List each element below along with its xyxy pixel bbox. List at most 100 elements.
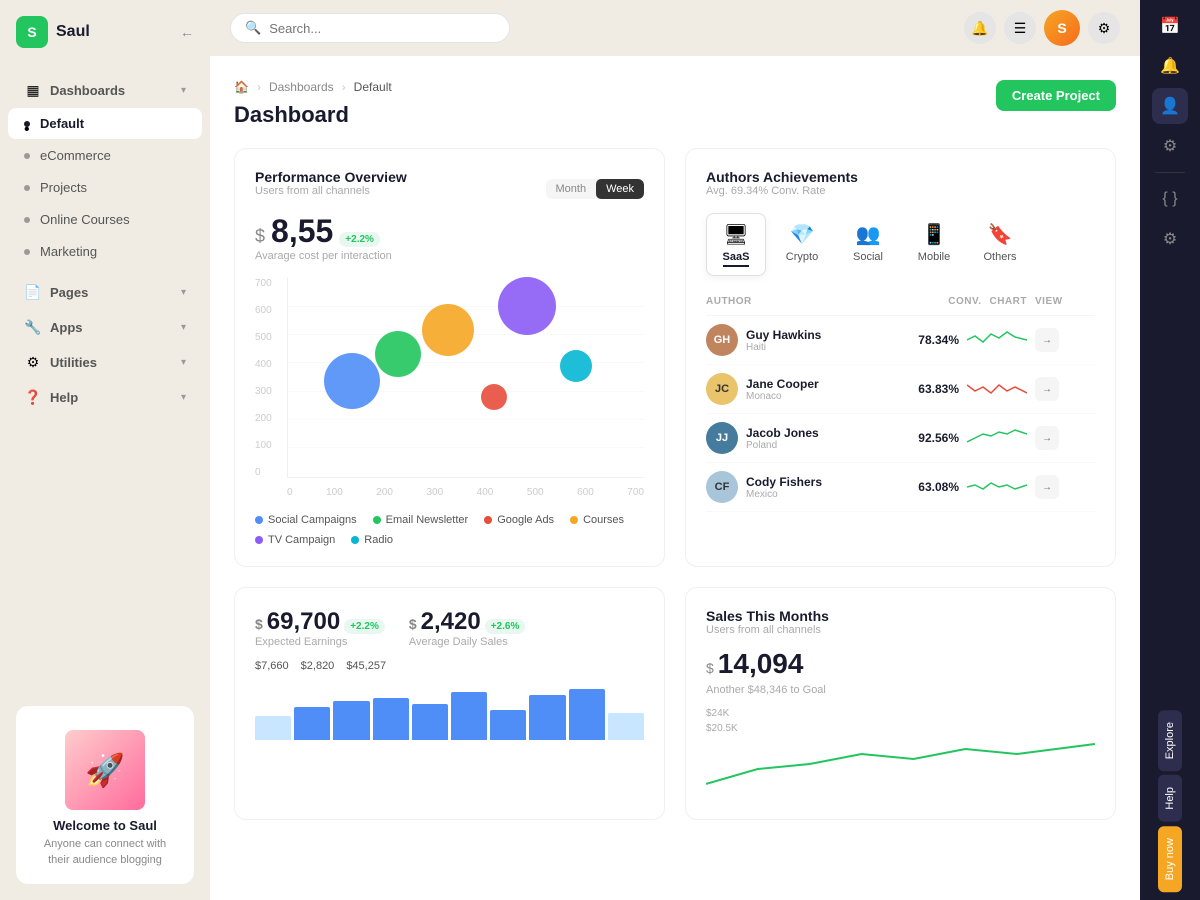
- earnings-label: Expected Earnings: [255, 636, 385, 648]
- sidebar-item-dashboards[interactable]: ▦ Dashboards ▾: [8, 73, 202, 107]
- buy-now-button[interactable]: Buy now: [1158, 826, 1182, 892]
- author-name: Cody Fishers: [746, 475, 822, 489]
- tab-crypto[interactable]: 💎 Crypto: [772, 213, 832, 276]
- sidebar-header: S Saul ←: [0, 0, 210, 64]
- user-avatar[interactable]: S: [1044, 10, 1080, 46]
- conv-value: 78.34%: [918, 333, 959, 347]
- legend-dot: [255, 516, 263, 524]
- help-button[interactable]: Help: [1158, 775, 1182, 822]
- notification-icon[interactable]: 🔔: [1152, 48, 1188, 84]
- author-country: Monaco: [746, 391, 819, 402]
- dollar-sign: $: [255, 226, 265, 247]
- earnings-badge: +2.2%: [344, 619, 385, 634]
- view-button[interactable]: →: [1035, 328, 1059, 352]
- sidebar-item-marketing[interactable]: Marketing: [8, 236, 202, 267]
- search-box[interactable]: 🔍: [230, 13, 510, 43]
- tab-saas[interactable]: 🖥 SaaS: [706, 213, 766, 276]
- welcome-title: Welcome to Saul: [32, 818, 178, 833]
- legend-label: Social Campaigns: [268, 514, 357, 526]
- welcome-card: 🚀 Welcome to Saul Anyone can connect wit…: [16, 706, 194, 884]
- table-row: CF Cody Fishers Mexico 63.08% →: [706, 463, 1095, 512]
- chevron-down-icon: ▾: [181, 392, 186, 403]
- sidebar-item-apps[interactable]: 🔧 Apps ▾: [8, 310, 202, 344]
- tab-mobile[interactable]: 📱 Mobile: [904, 213, 964, 276]
- bar: [373, 698, 409, 740]
- sidebar-item-online-courses[interactable]: Online Courses: [8, 204, 202, 235]
- author-country: Mexico: [746, 489, 822, 500]
- x-axis: 0 100 200 300 400 500 600 700: [287, 487, 644, 498]
- bar: [333, 701, 369, 740]
- sparkline-chart: [967, 377, 1027, 401]
- table-row: GH Guy Hawkins Haiti 78.34% →: [706, 316, 1095, 365]
- notification-icon[interactable]: 🔔: [964, 12, 996, 44]
- y-label-200: 200: [255, 413, 272, 424]
- view-button[interactable]: →: [1035, 426, 1059, 450]
- sidebar-item-default[interactable]: • Default: [8, 108, 202, 139]
- create-project-button[interactable]: Create Project: [996, 80, 1116, 111]
- others-tab-label: Others: [983, 251, 1016, 263]
- sales-goal-label: Another $48,346 to Goal: [706, 684, 1095, 696]
- performance-overview-card: Performance Overview Users from all chan…: [234, 148, 665, 567]
- topbar: 🔍 🔔 ☰ S ⚙: [210, 0, 1140, 56]
- legend-google: Google Ads: [484, 514, 554, 526]
- explore-button[interactable]: Explore: [1158, 710, 1182, 771]
- x-label-700: 700: [627, 487, 644, 498]
- sidebar-item-help[interactable]: ❓ Help ▾: [8, 380, 202, 414]
- settings-icon[interactable]: ⚙: [1152, 221, 1188, 257]
- dashboards-icon: ▦: [24, 81, 42, 99]
- grid-icon[interactable]: ⚙: [1152, 128, 1188, 164]
- main-content: 🏠 › Dashboards › Default Dashboard Creat…: [210, 56, 1140, 900]
- crypto-tab-icon: 💎: [790, 222, 815, 247]
- saas-tab-icon: 🖥: [723, 222, 748, 247]
- breadcrumb-dashboards[interactable]: Dashboards: [269, 80, 334, 94]
- user-icon[interactable]: 👤: [1152, 88, 1188, 124]
- sales-subtitle: Users from all channels: [706, 624, 1095, 636]
- view-button[interactable]: →: [1035, 475, 1059, 499]
- menu-icon[interactable]: ☰: [1004, 12, 1036, 44]
- utilities-icon: ⚙: [24, 353, 42, 371]
- authors-tabs: 🖥 SaaS 💎 Crypto 👥 Social 📱: [706, 213, 1095, 276]
- sparkline-chart: [967, 426, 1027, 450]
- sales-this-month-card: Sales This Months Users from all channel…: [685, 587, 1116, 820]
- divider: [1155, 172, 1185, 173]
- tab-others[interactable]: 🔖 Others: [970, 213, 1030, 276]
- sidebar-item-pages[interactable]: 📄 Pages ▾: [8, 275, 202, 309]
- author-info: JJ Jacob Jones Poland: [706, 422, 910, 454]
- bubble-googleads: [481, 384, 507, 410]
- month-tab[interactable]: Month: [546, 179, 597, 199]
- bar: [529, 695, 565, 740]
- apps-label: Apps: [50, 320, 83, 335]
- authors-achievements-card: Authors Achievements Avg. 69.34% Conv. R…: [685, 148, 1116, 567]
- sidebar-item-projects[interactable]: Projects: [8, 172, 202, 203]
- authors-table: AUTHOR CONV. CHART VIEW GH Guy Hawkins: [706, 292, 1095, 512]
- view-button[interactable]: →: [1035, 377, 1059, 401]
- col-view: VIEW: [1035, 296, 1095, 307]
- pages-label: Pages: [50, 285, 88, 300]
- grid-line: [288, 419, 644, 420]
- breadcrumb-sep2: ›: [342, 80, 346, 94]
- author-details: Jane Cooper Monaco: [746, 377, 819, 402]
- astronaut-image: 🚀: [65, 730, 145, 810]
- week-tab[interactable]: Week: [596, 179, 644, 199]
- legend-label: Google Ads: [497, 514, 554, 526]
- calendar-icon[interactable]: 📅: [1152, 8, 1188, 44]
- sidebar-item-utilities[interactable]: ⚙ Utilities ▾: [8, 345, 202, 379]
- legend-label: Email Newsletter: [386, 514, 469, 526]
- col-conv: CONV.: [948, 296, 981, 307]
- author-info: GH Guy Hawkins Haiti: [706, 324, 910, 356]
- col-chart: CHART: [990, 296, 1028, 307]
- search-input[interactable]: [269, 21, 469, 36]
- nav-label: Default: [40, 116, 84, 131]
- help-icon: ❓: [24, 388, 42, 406]
- x-label-500: 500: [527, 487, 544, 498]
- avatar: CF: [706, 471, 738, 503]
- y-label-500: 500: [255, 332, 272, 343]
- tab-social[interactable]: 👥 Social: [838, 213, 898, 276]
- bubble-email: [375, 331, 421, 377]
- settings-icon[interactable]: ⚙: [1088, 12, 1120, 44]
- back-icon[interactable]: ←: [180, 24, 194, 40]
- sidebar-item-ecommerce[interactable]: eCommerce: [8, 140, 202, 171]
- sales-label: Average Daily Sales: [409, 636, 526, 648]
- bar: [569, 689, 605, 740]
- code-icon[interactable]: { }: [1152, 181, 1188, 217]
